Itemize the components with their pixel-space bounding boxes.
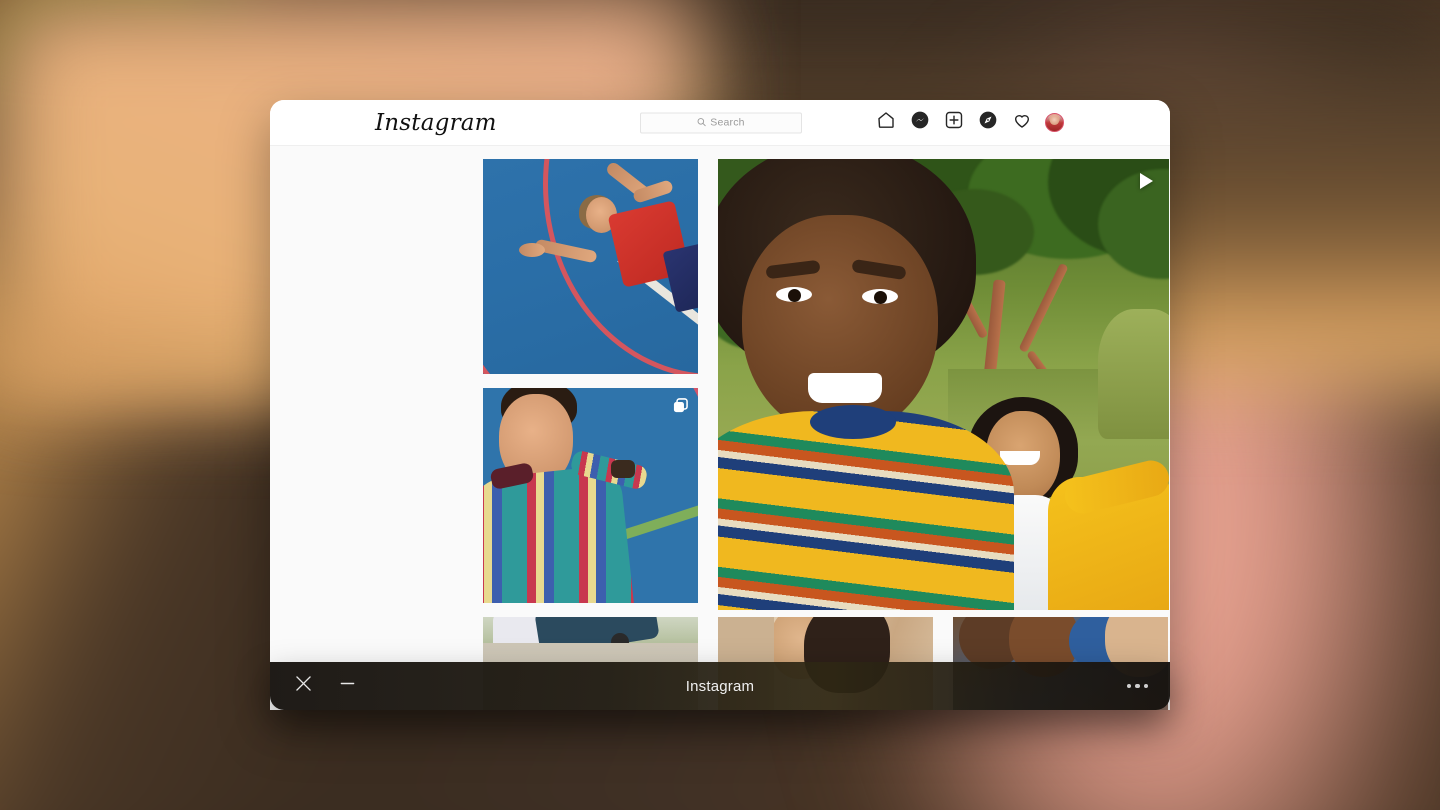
search-icon <box>697 114 706 132</box>
close-x-icon <box>293 673 314 699</box>
messenger-button[interactable] <box>909 112 931 134</box>
header-nav <box>875 112 1064 134</box>
play-icon <box>1140 173 1153 189</box>
more-horizontal-icon[interactable] <box>1127 684 1149 689</box>
dot <box>1135 684 1140 689</box>
compass-icon <box>978 110 998 135</box>
post-image <box>718 159 1169 610</box>
activity-button[interactable] <box>1011 112 1033 134</box>
messenger-icon <box>910 110 930 135</box>
minimize-button[interactable] <box>335 674 359 698</box>
window-title: Instagram <box>270 678 1170 695</box>
post-tile[interactable] <box>718 159 1169 610</box>
instagram-logo[interactable]: Instagram <box>375 110 497 136</box>
dot <box>1127 684 1132 689</box>
search-input[interactable]: Search <box>640 112 802 133</box>
instagram-app-window: Instagram Search <box>270 100 1170 710</box>
dot <box>1144 684 1149 689</box>
post-tile[interactable] <box>483 388 698 603</box>
plus-square-icon <box>944 110 964 135</box>
window-chrome-bar: Instagram <box>270 662 1170 710</box>
window-controls <box>270 674 359 698</box>
explore-button[interactable] <box>977 112 999 134</box>
post-image <box>483 388 698 603</box>
home-button[interactable] <box>875 112 897 134</box>
heart-icon <box>1012 110 1032 135</box>
feed-container[interactable] <box>270 146 1170 710</box>
carousel-icon <box>672 397 689 419</box>
window-menu <box>1127 684 1171 689</box>
search-placeholder-text: Search <box>710 117 744 129</box>
post-image <box>483 159 698 374</box>
minimize-dash-icon <box>337 673 358 699</box>
avatar[interactable] <box>1045 113 1064 132</box>
close-button[interactable] <box>291 674 315 698</box>
new-post-button[interactable] <box>943 112 965 134</box>
app-header: Instagram Search <box>270 100 1170 146</box>
home-icon <box>876 110 896 135</box>
post-tile[interactable] <box>483 159 698 374</box>
